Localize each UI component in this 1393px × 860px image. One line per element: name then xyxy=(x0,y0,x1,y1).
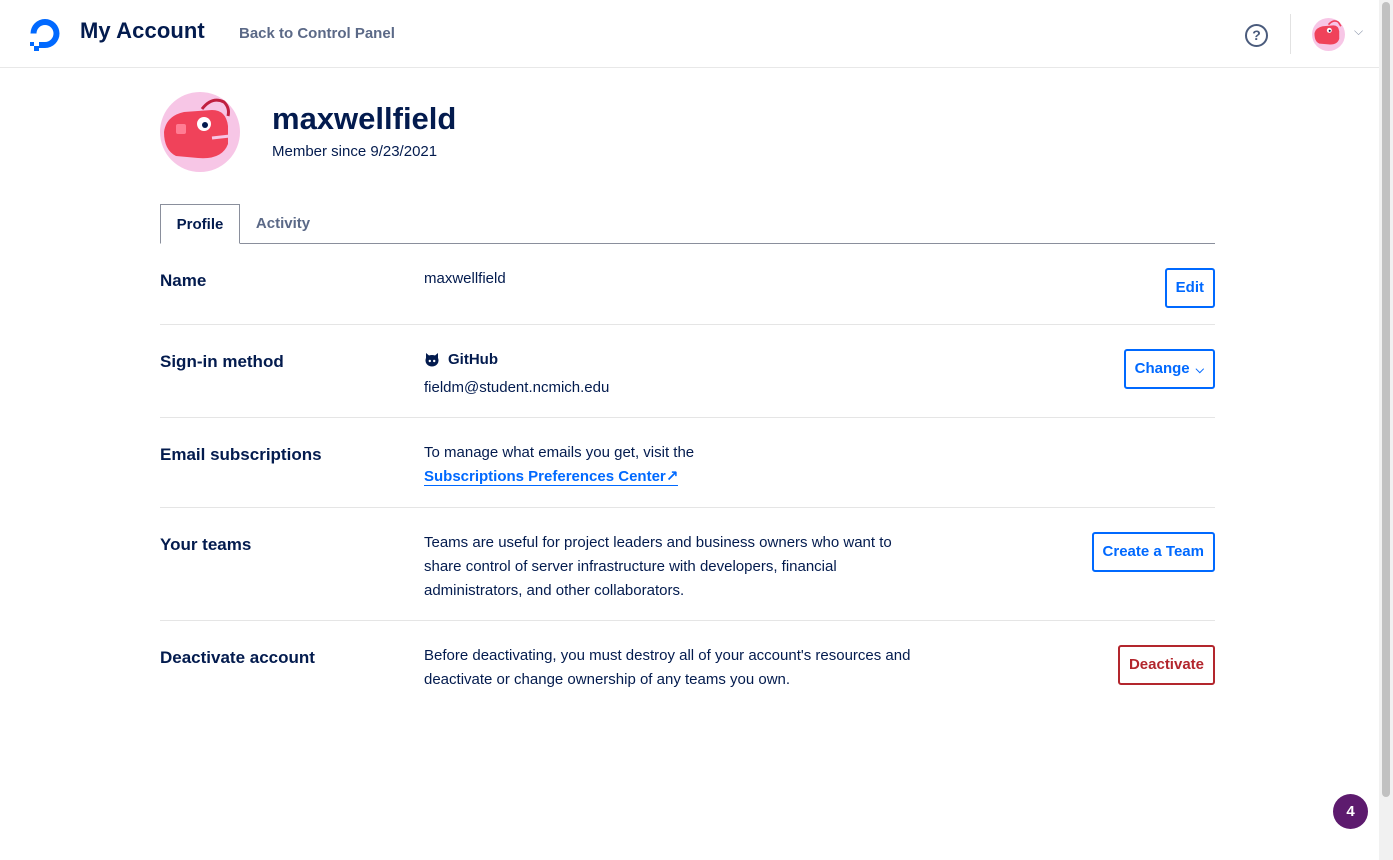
tab-profile[interactable]: Profile xyxy=(160,204,240,244)
change-button-label: Change xyxy=(1134,360,1190,377)
deactivate-button[interactable]: Deactivate xyxy=(1117,645,1215,685)
user-menu-button[interactable]: ⌵ xyxy=(1312,16,1370,52)
deactivate-account-row: Deactivate account Before deactivating, … xyxy=(160,621,1215,711)
digitalocean-logo-icon[interactable] xyxy=(26,15,64,53)
deactivate-description-line: Before deactivating, you must destroy al… xyxy=(424,647,911,664)
back-to-control-panel-link[interactable]: Back to Control Panel xyxy=(239,25,395,42)
sign-in-method-details: GitHub fieldm@student.ncmich.edu xyxy=(424,348,609,400)
email-subscriptions-text: To manage what emails you get, visit the xyxy=(424,444,695,461)
deactivate-account-description: Before deactivating, you must destroy al… xyxy=(424,644,910,692)
email-subscriptions-row: Email subscriptions To manage what email… xyxy=(160,418,1215,508)
member-since-text: Member since 9/23/2021 xyxy=(272,143,438,160)
github-provider: GitHub xyxy=(424,348,609,372)
name-value: maxwellfield xyxy=(424,270,506,287)
email-subscriptions-details: To manage what emails you get, visit the… xyxy=(424,441,694,489)
your-teams-row: Your teams Teams are useful for project … xyxy=(160,508,1215,621)
user-avatar-icon xyxy=(1312,18,1345,51)
profile-username: maxwellfield xyxy=(272,101,457,136)
sign-in-method-label: Sign-in method xyxy=(160,352,284,371)
your-teams-description: Teams are useful for project leaders and… xyxy=(424,531,892,603)
notification-badge[interactable]: 4 xyxy=(1333,794,1368,829)
sign-in-method-row: Sign-in method GitHub fieldm@student.ncm… xyxy=(160,325,1215,418)
deactivate-description-line: deactivate or change ownership of any te… xyxy=(424,671,791,688)
scrollbar-thumb[interactable] xyxy=(1382,2,1390,797)
your-teams-label: Your teams xyxy=(160,535,252,554)
github-icon xyxy=(425,353,439,367)
sign-in-email: fieldm@student.ncmich.edu xyxy=(424,379,610,396)
teams-description-line: share control of server infrastructure w… xyxy=(424,558,837,575)
chevron-down-icon: ⌵ xyxy=(1195,364,1204,376)
email-subscriptions-label: Email subscriptions xyxy=(160,445,322,464)
chevron-down-icon: ⌵ xyxy=(1354,24,1364,38)
external-link-icon: ↗ xyxy=(665,468,679,485)
avatar-creature-icon xyxy=(164,98,231,159)
help-icon[interactable]: ? xyxy=(1245,24,1268,47)
change-sign-in-button[interactable]: Change ⌵ xyxy=(1123,349,1215,389)
header-divider xyxy=(1290,14,1291,54)
edit-name-button[interactable]: Edit xyxy=(1164,268,1215,308)
page-scrollbar[interactable] xyxy=(1379,0,1393,860)
page-title: My Account xyxy=(80,18,205,43)
create-team-button[interactable]: Create a Team xyxy=(1091,532,1215,572)
teams-description-line: administrators, and other collaborators. xyxy=(424,582,685,599)
github-label: GitHub xyxy=(448,351,498,368)
subscriptions-preferences-center-link[interactable]: Subscriptions Preferences Center↗ xyxy=(424,468,679,486)
name-row: Name maxwellfield Edit xyxy=(160,244,1215,325)
name-label: Name xyxy=(160,271,207,290)
deactivate-account-label: Deactivate account xyxy=(160,648,315,667)
profile-tabs: Profile Activity xyxy=(160,204,1215,244)
subscriptions-link-label: Subscriptions Preferences Center xyxy=(424,468,666,485)
teams-description-line: Teams are useful for project leaders and… xyxy=(424,534,892,551)
top-navigation-bar: My Account Back to Control Panel ? ⌵ xyxy=(0,0,1379,68)
tab-activity[interactable]: Activity xyxy=(240,204,326,244)
profile-avatar xyxy=(160,92,240,172)
